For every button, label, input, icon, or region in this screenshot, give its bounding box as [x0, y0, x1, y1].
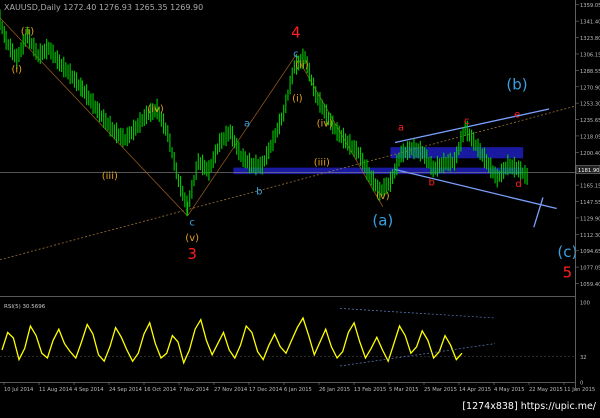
wave-label: 5	[563, 263, 573, 281]
wave-label: (iv)	[317, 119, 334, 130]
chart-root: (ii) (i) (iv) (iii) (v) c 3 a b c 4 (ii) (i) (iv) (iii…	[0, 0, 600, 414]
wave-label: 3	[187, 245, 197, 263]
wave-label: c	[464, 116, 470, 127]
wave-label: (iv)	[147, 104, 164, 115]
x-tick-label: 17 Dec 2014	[249, 387, 283, 393]
rsi-title: RSI(5) 30.5696	[4, 304, 46, 310]
x-tick-label: 10 Jul 2014	[4, 387, 34, 393]
wave-label: (ii)	[21, 27, 34, 38]
wave-label: 4	[291, 23, 301, 41]
price-chart-svg[interactable]: (ii) (i) (iv) (iii) (v) c 3 a b c 4 (ii) (i) (iv) (iii…	[0, 0, 600, 414]
wave-label: c	[293, 49, 299, 60]
x-tick-label: 27 Nov 2014	[214, 387, 248, 393]
rsi-y-label: 32	[580, 355, 587, 361]
wave-label: (b)	[506, 75, 527, 93]
x-tick-label: 13 Feb 2015	[354, 387, 386, 393]
x-tick-label: 26 Jan 2015	[319, 387, 350, 393]
wave-label: (i)	[292, 94, 303, 105]
x-tick-label: 16 Oct 2014	[144, 387, 177, 393]
y-tick-label: 1341.40	[580, 20, 600, 26]
y-tick-label: 1077.05	[580, 266, 600, 272]
wave-label: a	[398, 122, 404, 133]
y-tick-label: 1218.05	[580, 134, 600, 140]
wave-label: (i)	[11, 65, 22, 76]
y-tick-label: 1306.15	[580, 52, 600, 58]
x-tick-label: 11 Jun 2015	[564, 387, 595, 393]
y-tick-label: 1094.65	[580, 249, 600, 255]
y-tick-label: 1288.55	[580, 69, 600, 75]
wave-label: b	[256, 187, 262, 198]
wave-label: (ii)	[295, 60, 308, 71]
y-tick-label: 1200.40	[580, 151, 600, 157]
wave-label: (a)	[372, 211, 393, 229]
x-tick-label: 24 Sep 2014	[109, 387, 143, 393]
resistance-band	[233, 167, 524, 175]
wave-label: (c)	[557, 243, 577, 261]
wave-label: d	[515, 179, 521, 190]
y-tick-label: 1323.80	[580, 36, 600, 42]
wave-label: (iii)	[314, 158, 330, 169]
x-tick-label: 4 May 2015	[494, 387, 525, 393]
x-tick-label: 5 Mar 2015	[389, 387, 419, 393]
y-tick-label: 1165.15	[580, 184, 600, 190]
y-tick-label: 1059.40	[580, 282, 600, 288]
wave-label: (iii)	[102, 171, 118, 182]
y-tick-label: 1253.30	[580, 102, 600, 108]
wave-label: a	[244, 119, 250, 130]
y-tick-label: 1112.30	[580, 233, 600, 239]
y-tick-label: 1235.65	[580, 118, 600, 124]
y-tick-label: 1147.55	[580, 200, 600, 206]
x-tick-label: 4 Sep 2014	[74, 387, 104, 393]
y-tick-label: 1129.90	[580, 216, 600, 222]
x-tick-label: 25 Mar 2015	[424, 387, 457, 393]
x-tick-label: 22 May 2015	[529, 387, 563, 393]
chart-header: XAUUSD,Daily 1272.40 1276.93 1265.35 126…	[4, 3, 203, 12]
y-tick-label: 1359.05	[580, 3, 600, 9]
wave-label: c	[189, 217, 195, 228]
current-price-label: 1181.90	[578, 168, 599, 174]
rsi-y-label: 0	[580, 381, 583, 387]
wave-label: b	[428, 177, 434, 188]
y-tick-label: 1270.90	[580, 85, 600, 91]
wave-label: (v)	[185, 233, 199, 244]
wave-label: e	[514, 109, 520, 120]
rsi-y-label: 100	[580, 301, 590, 307]
x-tick-label: 11 Aug 2014	[39, 387, 73, 393]
x-tick-label: 6 Jan 2015	[284, 387, 312, 393]
x-tick-label: 7 Nov 2014	[179, 387, 210, 393]
x-tick-label: 14 Apr 2015	[459, 387, 491, 393]
wave-label: (v)	[376, 191, 390, 202]
watermark: [1274x838] https://upic.me/	[462, 401, 596, 412]
